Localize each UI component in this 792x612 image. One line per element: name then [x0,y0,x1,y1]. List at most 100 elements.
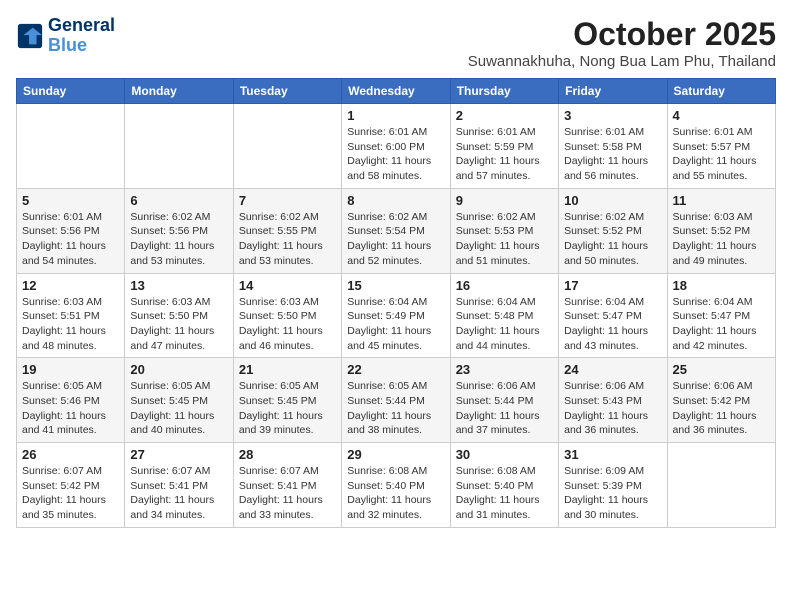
day-detail: Sunrise: 6:05 AMSunset: 5:44 PMDaylight:… [347,379,444,438]
calendar-cell: 21Sunrise: 6:05 AMSunset: 5:45 PMDayligh… [233,358,341,443]
calendar-cell: 23 Sunrise: 6:06 AMSunset: 5:44 PMDayligh… [450,358,558,443]
day-number: 4 [673,108,770,123]
calendar-cell: 31 Sunrise: 6:09 AMSunset: 5:39 PMDayligh… [559,443,667,528]
day-number: 2 [456,108,553,123]
day-detail: Sunrise: 6:04 AMSunset: 5:47 PMDaylight:… [673,295,770,354]
day-detail: Sunrise: 6:06 AMSunset: 5:44 PMDaylight:… [456,379,553,438]
day-number: 22 [347,362,444,377]
day-number: 1 [347,108,444,123]
day-number: 13 [130,278,227,293]
calendar-cell: 2 Sunrise: 6:01 AMSunset: 5:59 PMDaylight… [450,104,558,189]
calendar-cell: 11 Sunrise: 6:03 AMSunset: 5:52 PMDayligh… [667,188,775,273]
day-detail: Sunrise: 6:03 AMSunset: 5:50 PMDaylight:… [130,295,227,354]
day-detail: Sunrise: 6:04 AMSunset: 5:47 PMDaylight:… [564,295,661,354]
day-number: 27 [130,447,227,462]
day-detail: Sunrise: 6:04 AMSunset: 5:48 PMDaylight:… [456,295,553,354]
calendar-cell: 30 Sunrise: 6:08 AMSunset: 5:40 PMDayligh… [450,443,558,528]
calendar-cell: 19Sunrise: 6:05 AMSunset: 5:46 PMDayligh… [17,358,125,443]
logo-icon [16,22,44,50]
day-detail: Sunrise: 6:08 AMSunset: 5:40 PMDaylight:… [456,464,553,523]
day-detail: Sunrise: 6:02 AMSunset: 5:52 PMDaylight:… [564,210,661,269]
logo: General Blue [16,16,115,56]
day-detail: Sunrise: 6:01 AMSunset: 5:57 PMDaylight:… [673,125,770,184]
day-number: 29 [347,447,444,462]
subtitle: Suwannakhuha, Nong Bua Lam Phu, Thailand [468,53,776,70]
calendar-cell: 22 Sunrise: 6:05 AMSunset: 5:44 PMDayligh… [342,358,450,443]
calendar-cell: 3 Sunrise: 6:01 AMSunset: 5:58 PMDaylight… [559,104,667,189]
month-title: October 2025 [468,16,776,53]
calendar-header-sunday: Sunday [17,79,125,104]
calendar-cell: 29Sunrise: 6:08 AMSunset: 5:40 PMDayligh… [342,443,450,528]
day-detail: Sunrise: 6:01 AMSunset: 5:59 PMDaylight:… [456,125,553,184]
calendar-header-thursday: Thursday [450,79,558,104]
calendar-cell [17,104,125,189]
calendar-cell: 15 Sunrise: 6:04 AMSunset: 5:49 PMDayligh… [342,273,450,358]
calendar-cell: 16 Sunrise: 6:04 AMSunset: 5:48 PMDayligh… [450,273,558,358]
header: General Blue October 2025 Suwannakhuha, … [16,16,776,70]
day-number: 5 [22,193,119,208]
day-detail: Sunrise: 6:01 AMSunset: 5:58 PMDaylight:… [564,125,661,184]
calendar-week-row: 1Sunrise: 6:01 AMSunset: 6:00 PMDaylight… [17,104,776,189]
calendar-cell: 12 Sunrise: 6:03 AMSunset: 5:51 PMDayligh… [17,273,125,358]
calendar-cell: 18 Sunrise: 6:04 AMSunset: 5:47 PMDayligh… [667,273,775,358]
day-detail: Sunrise: 6:06 AMSunset: 5:43 PMDaylight:… [564,379,661,438]
day-number: 7 [239,193,336,208]
day-number: 30 [456,447,553,462]
day-number: 25 [673,362,770,377]
day-detail: Sunrise: 6:07 AMSunset: 5:41 PMDaylight:… [130,464,227,523]
day-detail: Sunrise: 6:01 AMSunset: 5:56 PMDaylight:… [22,210,119,269]
calendar-cell [667,443,775,528]
day-number: 8 [347,193,444,208]
calendar-header-wednesday: Wednesday [342,79,450,104]
calendar-cell: 17 Sunrise: 6:04 AMSunset: 5:47 PMDayligh… [559,273,667,358]
day-number: 31 [564,447,661,462]
day-number: 3 [564,108,661,123]
calendar-week-row: 12 Sunrise: 6:03 AMSunset: 5:51 PMDayligh… [17,273,776,358]
day-detail: Sunrise: 6:03 AMSunset: 5:52 PMDaylight:… [673,210,770,269]
day-detail: Sunrise: 6:02 AMSunset: 5:55 PMDaylight:… [239,210,336,269]
day-detail: Sunrise: 6:04 AMSunset: 5:49 PMDaylight:… [347,295,444,354]
day-detail: Sunrise: 6:09 AMSunset: 5:39 PMDaylight:… [564,464,661,523]
calendar-week-row: 26 Sunrise: 6:07 AMSunset: 5:42 PMDayligh… [17,443,776,528]
day-number: 15 [347,278,444,293]
day-number: 12 [22,278,119,293]
calendar-cell [125,104,233,189]
calendar: SundayMondayTuesdayWednesdayThursdayFrid… [16,78,776,528]
logo-text: General Blue [48,16,115,56]
calendar-cell [233,104,341,189]
calendar-cell: 26 Sunrise: 6:07 AMSunset: 5:42 PMDayligh… [17,443,125,528]
calendar-header-friday: Friday [559,79,667,104]
day-detail: Sunrise: 6:03 AMSunset: 5:51 PMDaylight:… [22,295,119,354]
calendar-cell: 25 Sunrise: 6:06 AMSunset: 5:42 PMDayligh… [667,358,775,443]
calendar-cell: 9Sunrise: 6:02 AMSunset: 5:53 PMDaylight… [450,188,558,273]
calendar-cell: 1Sunrise: 6:01 AMSunset: 6:00 PMDaylight… [342,104,450,189]
calendar-header-tuesday: Tuesday [233,79,341,104]
day-number: 20 [130,362,227,377]
day-number: 16 [456,278,553,293]
day-number: 17 [564,278,661,293]
day-detail: Sunrise: 6:03 AMSunset: 5:50 PMDaylight:… [239,295,336,354]
calendar-cell: 28Sunrise: 6:07 AMSunset: 5:41 PMDayligh… [233,443,341,528]
day-number: 21 [239,362,336,377]
day-detail: Sunrise: 6:07 AMSunset: 5:42 PMDaylight:… [22,464,119,523]
calendar-cell: 24Sunrise: 6:06 AMSunset: 5:43 PMDayligh… [559,358,667,443]
calendar-week-row: 5 Sunrise: 6:01 AMSunset: 5:56 PMDaylight… [17,188,776,273]
day-detail: Sunrise: 6:06 AMSunset: 5:42 PMDaylight:… [673,379,770,438]
calendar-cell: 6Sunrise: 6:02 AMSunset: 5:56 PMDaylight… [125,188,233,273]
title-area: October 2025 Suwannakhuha, Nong Bua Lam … [468,16,776,70]
day-detail: Sunrise: 6:02 AMSunset: 5:54 PMDaylight:… [347,210,444,269]
calendar-body: 1Sunrise: 6:01 AMSunset: 6:00 PMDaylight… [17,104,776,528]
calendar-header-row: SundayMondayTuesdayWednesdayThursdayFrid… [17,79,776,104]
day-detail: Sunrise: 6:02 AMSunset: 5:56 PMDaylight:… [130,210,227,269]
day-number: 18 [673,278,770,293]
day-number: 11 [673,193,770,208]
day-number: 23 [456,362,553,377]
calendar-cell: 4 Sunrise: 6:01 AMSunset: 5:57 PMDaylight… [667,104,775,189]
calendar-cell: 8 Sunrise: 6:02 AMSunset: 5:54 PMDaylight… [342,188,450,273]
day-number: 26 [22,447,119,462]
calendar-cell: 13 Sunrise: 6:03 AMSunset: 5:50 PMDayligh… [125,273,233,358]
calendar-cell: 14Sunrise: 6:03 AMSunset: 5:50 PMDayligh… [233,273,341,358]
calendar-cell: 27 Sunrise: 6:07 AMSunset: 5:41 PMDayligh… [125,443,233,528]
calendar-cell: 7 Sunrise: 6:02 AMSunset: 5:55 PMDaylight… [233,188,341,273]
day-number: 28 [239,447,336,462]
